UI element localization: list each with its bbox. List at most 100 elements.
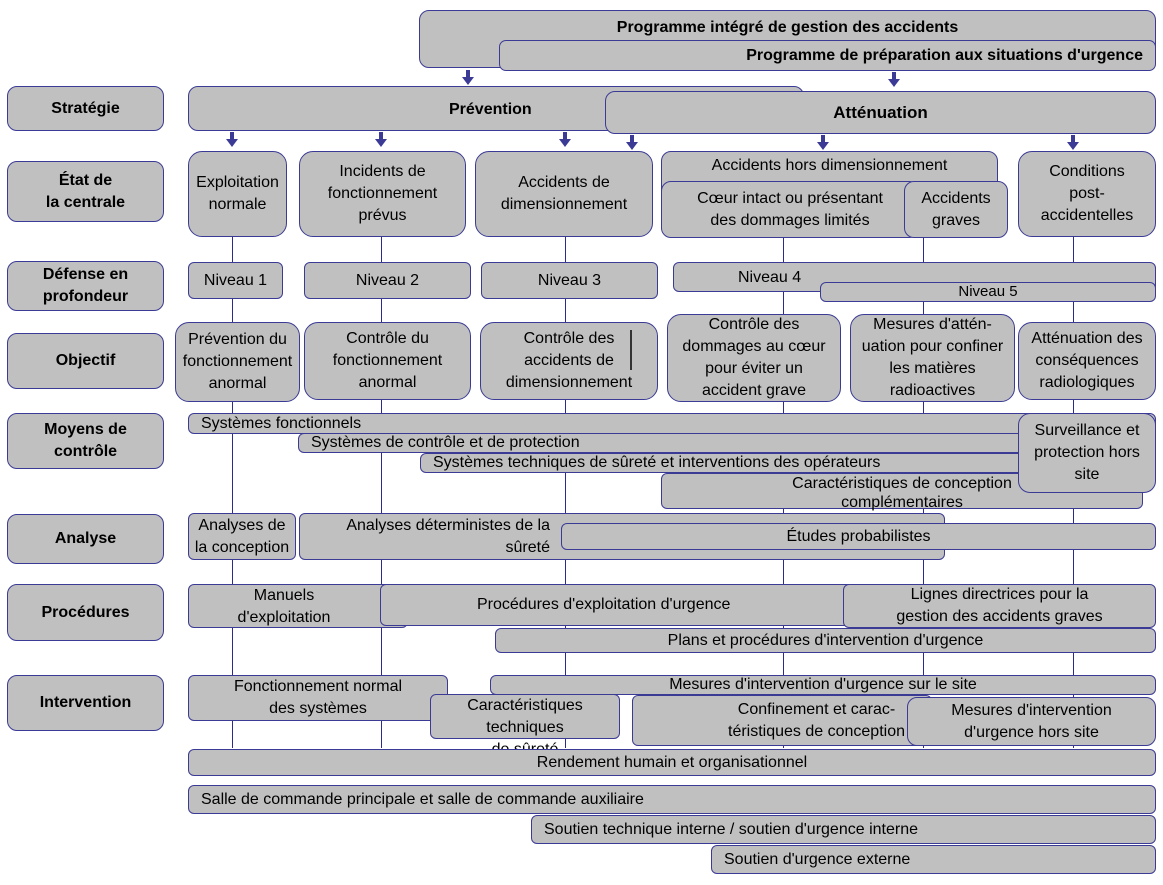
objective-text: anormal [208,375,267,392]
row-label-text: Stratégie [51,99,120,117]
objective-text: les matières [889,360,976,377]
state-text: Incidents de [339,163,426,180]
state-text: des dommages limités [710,211,870,229]
state-text: Accidents de [518,174,610,191]
state-post-accident: Conditions post-accidentelles [1018,151,1156,237]
response-text: Mesures d'intervention d'urgence sur le … [669,676,977,693]
response-text: téristiques de conception [728,722,905,740]
objective-4: Contrôle des dommages au cœur pour éviter … [667,314,841,402]
row-label-strategy: Stratégie [7,86,164,131]
row-label-text: Procédures [41,603,130,621]
state-severe-accidents: Accidents graves [904,181,1008,238]
state-text: Accidents hors dimensionnement [711,157,948,174]
objective-text: fonctionnement [332,352,443,369]
state-text: accidentelles [1040,207,1134,224]
analysis-text: Analyses déterministes de la [346,516,550,534]
row-label-plant-state: État de la centrale [7,161,164,222]
means-text: Caractéristiques de conception [792,475,1012,492]
state-text: dimensionnement [500,196,628,213]
level-text: Niveau 1 [203,271,268,289]
analysis-design: Analyses de la conception [188,513,296,560]
strategy-mitigation: Atténuation [605,91,1156,134]
procedures-emergency-plans: Plans et procédures d'intervention d'urg… [495,628,1156,653]
procedures-emergency-operating: Procédures d'exploitation d'urgence [380,584,870,626]
row-label-means-of-control: Moyens de contrôle [7,413,164,469]
procedures-text: Lignes directrices pour la [910,586,1089,603]
means-text: complémentaires [841,494,963,511]
state-text: Cœur intact ou présentant [697,189,883,207]
row-label-response: Intervention [7,675,164,731]
mitigation-label: Atténuation [833,102,928,122]
state-normal-operation: Exploitation normale [188,151,287,237]
means-text: Surveillance et [1034,422,1140,439]
integrated-program-label: Programme intégré de gestion des acciden… [616,19,959,36]
emergency-preparedness-program: Programme de préparation aux situations … [499,40,1156,71]
level-5: Niveau 5 [820,282,1156,302]
row-label-text: Moyens de [44,421,127,438]
level-3: Niveau 3 [481,262,658,299]
objective-text: Contrôle du [346,330,429,347]
level-1: Niveau 1 [188,262,283,299]
connector-line-col3 [565,236,566,748]
response-text: d'urgence hors site [964,723,1099,741]
means-functional-systems: Systèmes fonctionnels [188,413,1156,434]
objective-text: Contrôle des [523,330,615,347]
connector-line-col1 [232,236,233,748]
state-text: normale [208,196,267,213]
objective-1: Prévention du fonctionnement anormal [175,322,300,402]
response-text: Mesures d'intervention [951,701,1112,719]
state-design-basis-accidents: Accidents de dimensionnement [475,151,653,237]
state-text: Exploitation [196,174,279,191]
row-label-analysis: Analyse [7,514,164,564]
analysis-text: la conception [194,538,290,556]
objective-5: Mesures d'attén-uation pour confiner les … [850,314,1015,402]
objective-text: radiologiques [1039,374,1135,391]
objective-text: Contrôle des [708,316,800,333]
row-label-text: la centrale [45,193,126,211]
state-core-intact: Cœur intact ou présentant des dommages li… [661,181,919,238]
connector-line-col2 [381,236,382,748]
objective-text: Prévention du [188,331,287,348]
row-label-text: Analyse [54,530,117,547]
procedures-text: d'exploitation [237,609,331,626]
row-label-text: profondeur [42,288,129,305]
cross-human-performance: Rendement humain et organisationnel [188,749,1156,776]
analysis-text: sûreté [505,538,550,556]
objective-text: dommages au cœur [682,338,826,355]
objective-3-divider [630,330,632,370]
row-label-text: Intervention [39,694,132,711]
level-2: Niveau 2 [304,262,471,299]
cross-text: Soutien d'urgence externe [724,850,911,868]
procedures-text: Plans et procédures d'intervention d'urg… [667,631,984,649]
objective-text: pour éviter un [705,360,803,377]
level-text: Niveau 2 [355,271,420,289]
state-text: prévus [358,207,407,224]
objective-text: conséquences [1035,352,1139,369]
analysis-text: Analyses de [198,516,286,534]
objective-2: Contrôle du fonctionnement anormal [304,322,471,400]
response-text: Confinement et carac- [737,700,896,718]
procedures-text: Procédures d'exploitation d'urgence [477,596,731,613]
row-label-text: Objectif [55,352,116,369]
level-text: Niveau 4 [738,269,802,286]
cross-text: Rendement humain et organisationnel [536,753,808,771]
row-label-objective: Objectif [7,333,164,389]
objective-text: accidents de [524,352,614,369]
cross-text: Soutien technique interne / soutien d'ur… [544,820,918,838]
row-label-text: contrôle [53,443,118,460]
cross-text: Salle de commande principale et salle de… [201,790,644,808]
cross-external-support: Soutien d'urgence externe [711,845,1156,874]
means-offsite-monitoring: Surveillance et protection hors site [1018,413,1156,493]
response-text: des systèmes [269,700,367,717]
state-text: Accidents [921,189,991,207]
response-containment: Confinement et carac-téristiques de conc… [632,695,932,746]
objective-text: Mesures d'attén- [873,316,992,333]
analysis-probabilistic: Études probabilistes [561,523,1156,550]
row-label-text: État de [58,171,113,189]
analysis-text: Études probabilistes [786,527,931,545]
state-text: post- [1069,185,1105,202]
cross-control-rooms: Salle de commande principale et salle de… [188,785,1156,814]
response-offsite-emergency: Mesures d'intervention d'urgence hors sit… [907,697,1156,746]
objective-text: accident grave [701,382,807,399]
means-text: Systèmes techniques de sûreté et interve… [433,454,881,471]
